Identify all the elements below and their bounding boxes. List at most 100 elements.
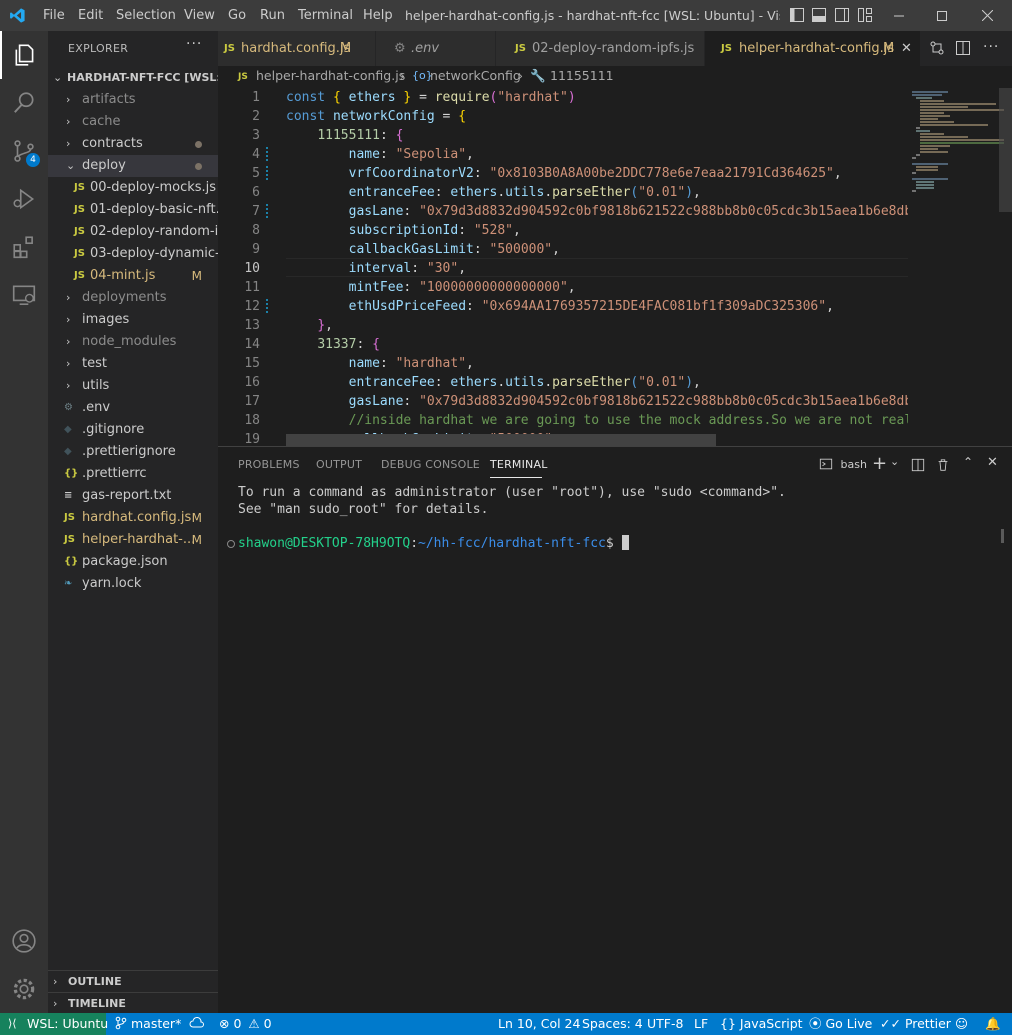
- breadcrumb-separator: ›: [400, 68, 405, 83]
- menu-selection[interactable]: Selection: [116, 0, 176, 31]
- explorer-item[interactable]: JS hardhat.config.js M: [48, 507, 218, 529]
- cursor-position[interactable]: Ln 10, Col 24: [498, 1013, 580, 1035]
- accounts-icon[interactable]: [0, 917, 48, 965]
- toggle-menu-bar-icon[interactable]: [789, 7, 805, 23]
- tab-helper-hardhat-config[interactable]: JS helper-hardhat-config.js M ✕: [705, 31, 921, 66]
- code-editor[interactable]: 1 const { ethers } = require("hardhat") 2 c…: [218, 88, 908, 446]
- menu-go[interactable]: Go: [228, 0, 246, 31]
- explorer-item[interactable]: ≡ gas-report.txt: [48, 485, 218, 507]
- menu-view[interactable]: View: [184, 0, 215, 31]
- editor-more-actions-icon[interactable]: ···: [983, 39, 999, 55]
- more-actions-icon[interactable]: ···: [186, 36, 202, 52]
- close-window-icon[interactable]: [964, 0, 1010, 31]
- explorer-item[interactable]: JS helper-hardhat-... M: [48, 529, 218, 551]
- explorer-item[interactable]: › node_modules: [48, 331, 218, 353]
- panel-tab-output[interactable]: OUTPUT: [316, 458, 362, 471]
- explorer-item[interactable]: › contracts: [48, 133, 218, 155]
- open-changes-icon[interactable]: [929, 40, 945, 56]
- menu-help[interactable]: Help: [363, 0, 393, 31]
- maximize-panel-icon[interactable]: ⌃: [963, 455, 973, 469]
- go-live-button[interactable]: ⦿ Go Live: [809, 1013, 872, 1035]
- panel-tab-problems[interactable]: PROBLEMS: [238, 458, 300, 471]
- notifications-bell-icon[interactable]: 🔔: [985, 1013, 1001, 1035]
- search-activity-icon[interactable]: [0, 79, 48, 127]
- toggle-secondary-sidebar-icon[interactable]: [834, 7, 850, 23]
- sync-icon[interactable]: [189, 1013, 205, 1035]
- explorer-item[interactable]: {} package.json: [48, 551, 218, 573]
- prettier-indicator[interactable]: ✓✓ Prettier: [880, 1013, 951, 1035]
- explorer-item[interactable]: › utils: [48, 375, 218, 397]
- close-tab-icon[interactable]: ✕: [901, 31, 912, 66]
- tab-hardhat-config[interactable]: JS hardhat.config.js M: [218, 31, 376, 66]
- explorer-item[interactable]: › images: [48, 309, 218, 331]
- panel-tab-debug-console[interactable]: DEBUG CONSOLE: [381, 458, 480, 471]
- explorer-item[interactable]: › artifacts: [48, 89, 218, 111]
- trash-icon[interactable]: [936, 458, 950, 472]
- chevron-down-icon[interactable]: ⌄: [890, 455, 899, 468]
- activity-bar: 4: [0, 31, 48, 1013]
- encoding-indicator[interactable]: UTF-8: [647, 1013, 683, 1035]
- eol-indicator[interactable]: LF: [694, 1013, 708, 1035]
- chevron-right-icon: ›: [66, 93, 71, 106]
- explorer-item[interactable]: JS 02-deploy-random-i...: [48, 221, 218, 243]
- explorer-item[interactable]: ⚙ .env: [48, 397, 218, 419]
- remote-icon: ⟩⟨: [8, 1017, 17, 1030]
- manage-gear-icon[interactable]: [0, 965, 48, 1013]
- explorer-item[interactable]: ◆ .gitignore: [48, 419, 218, 441]
- breadcrumb-file[interactable]: helper-hardhat-config.js: [256, 66, 405, 86]
- horizontal-scrollbar[interactable]: [286, 434, 716, 446]
- tab-02-deploy-random-ipfs[interactable]: JS 02-deploy-random-ipfs.js: [496, 31, 705, 66]
- terminal-prompt[interactable]: shawon@DESKTOP-78H9OTQ:~/hh-fcc/hardhat-…: [238, 535, 629, 551]
- explorer-item[interactable]: JS 01-deploy-basic-nft.js: [48, 199, 218, 221]
- terminal-scrollbar[interactable]: [1001, 529, 1004, 543]
- explorer-item[interactable]: › deployments: [48, 287, 218, 309]
- split-terminal-icon[interactable]: [911, 458, 925, 472]
- run-debug-activity-icon[interactable]: [0, 175, 48, 223]
- toggle-panel-icon[interactable]: [811, 7, 827, 23]
- braces-icon: {}: [720, 1016, 736, 1031]
- line-number: 4: [252, 147, 260, 162]
- remote-explorer-activity-icon[interactable]: [0, 271, 48, 319]
- menu-run[interactable]: Run: [260, 0, 285, 31]
- explorer-item[interactable]: ⌄ deploy: [48, 155, 218, 177]
- extensions-activity-icon[interactable]: [0, 223, 48, 271]
- maximize-window-icon[interactable]: [919, 0, 965, 31]
- language-mode[interactable]: {} JavaScript: [720, 1013, 803, 1035]
- panel-tab-terminal[interactable]: TERMINAL: [490, 458, 548, 471]
- explorer-item[interactable]: JS 00-deploy-mocks.js: [48, 177, 218, 199]
- explorer-item[interactable]: › test: [48, 353, 218, 375]
- outline-section[interactable]: › OUTLINE: [48, 970, 218, 993]
- breadcrumb-symbol[interactable]: networkConfig: [430, 66, 521, 86]
- explorer-item[interactable]: {} .prettierrc: [48, 463, 218, 485]
- feedback-icon[interactable]: ☺: [955, 1013, 968, 1035]
- js-file-icon: JS: [721, 43, 732, 54]
- code-line: },: [317, 318, 333, 333]
- branch-indicator[interactable]: master*: [115, 1013, 181, 1035]
- menu-file[interactable]: File: [43, 0, 65, 31]
- timeline-section[interactable]: › TIMELINE: [48, 992, 218, 1013]
- new-terminal-icon[interactable]: +: [872, 453, 887, 474]
- explorer-item[interactable]: JS 03-deploy-dynamic-...: [48, 243, 218, 265]
- customize-layout-icon[interactable]: [857, 7, 873, 23]
- explorer-item[interactable]: JS 04-mint.js M: [48, 265, 218, 287]
- terminal-shell-selector[interactable]: bash: [819, 457, 867, 473]
- close-panel-icon[interactable]: ✕: [987, 455, 998, 470]
- split-editor-icon[interactable]: [955, 40, 971, 56]
- breadcrumb-key[interactable]: 11155111: [550, 66, 614, 86]
- vertical-scrollbar[interactable]: [999, 88, 1012, 212]
- problems-indicator[interactable]: ⊗ 0 ⚠ 0: [219, 1013, 272, 1035]
- source-control-activity-icon[interactable]: 4: [0, 127, 48, 175]
- remote-indicator[interactable]: ⟩⟨ WSL: Ubuntu: [0, 1013, 108, 1035]
- menu-terminal[interactable]: Terminal: [298, 0, 353, 31]
- workspace-root[interactable]: ⌄ HARDHAT-NFT-FCC [WSL: ...: [48, 67, 218, 89]
- explorer-activity-icon[interactable]: [0, 31, 48, 79]
- tab-env[interactable]: ⚙ .env: [376, 31, 496, 66]
- explorer-item[interactable]: ◆ .prettierignore: [48, 441, 218, 463]
- indentation-indicator[interactable]: Spaces: 4: [582, 1013, 643, 1035]
- minimize-window-icon[interactable]: [876, 0, 922, 31]
- menu-edit[interactable]: Edit: [78, 0, 103, 31]
- explorer-item[interactable]: › cache: [48, 111, 218, 133]
- explorer-item[interactable]: ❧ yarn.lock: [48, 573, 218, 595]
- minimap[interactable]: [908, 88, 1012, 446]
- js-file-icon: JS: [64, 512, 75, 523]
